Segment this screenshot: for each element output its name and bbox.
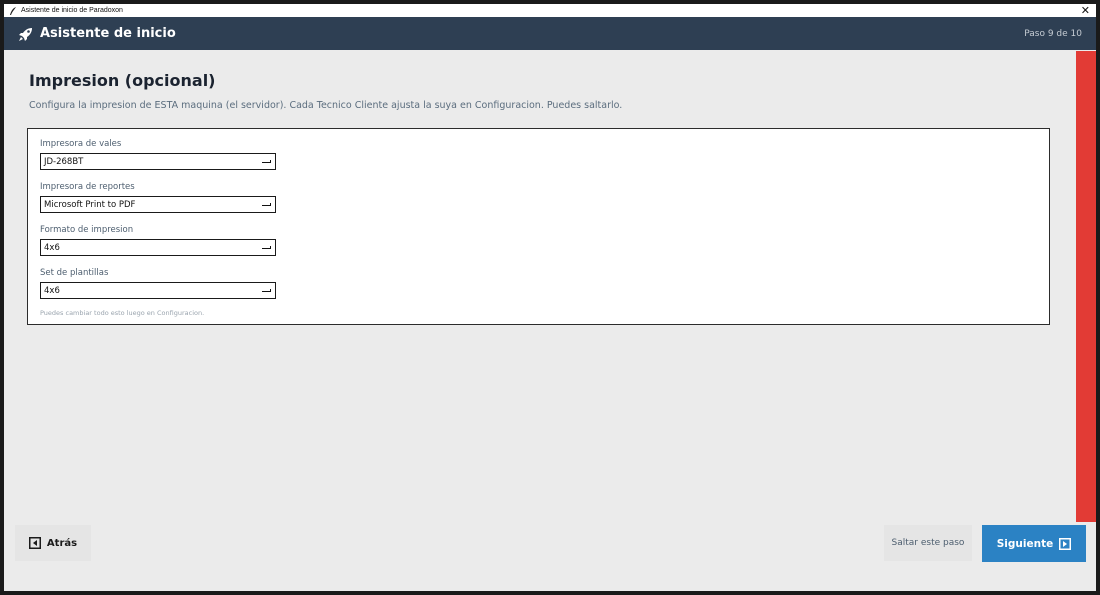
next-button-label: Siguiente	[996, 537, 1054, 550]
dropdown-icon	[262, 246, 271, 249]
print-settings-card: Impresora de vales JD-268BT Impresora de…	[27, 128, 1050, 325]
dropdown-icon	[262, 160, 271, 163]
dropdown-icon	[262, 289, 271, 292]
select-value: 4x6	[44, 242, 60, 253]
next-arrow-icon	[1059, 537, 1072, 550]
page-subtitle: Configura la impresion de ESTA maquina (…	[29, 100, 623, 111]
select-value: Microsoft Print to PDF	[44, 199, 136, 210]
select-impresora-vales[interactable]: JD-268BT	[40, 153, 276, 170]
app-window: Asistente de inicio de Paradoxon ✕ Asist…	[4, 4, 1096, 591]
wizard-header: Asistente de inicio Paso 9 de 10	[4, 17, 1096, 50]
form-hint: Puedes cambiar todo esto luego en Config…	[40, 309, 205, 317]
field-label-vales: Impresora de vales	[40, 139, 122, 149]
next-button[interactable]: Siguiente	[982, 525, 1086, 562]
window-title: Asistente de inicio de Paradoxon	[21, 7, 123, 14]
page-title: Impresion (opcional)	[29, 71, 216, 90]
select-value: 4x6	[44, 285, 60, 296]
page-content: Impresion (opcional) Configura la impres…	[29, 71, 1059, 111]
window-close-icon[interactable]: ✕	[1081, 4, 1090, 17]
step-indicator: Paso 9 de 10	[1024, 28, 1082, 39]
back-arrow-icon	[28, 537, 41, 549]
field-label-plantillas: Set de plantillas	[40, 268, 109, 278]
select-impresora-reportes[interactable]: Microsoft Print to PDF	[40, 196, 276, 213]
feather-icon	[7, 5, 19, 17]
back-button[interactable]: Atrás	[15, 525, 91, 561]
select-set-plantillas[interactable]: 4x6	[40, 282, 276, 299]
select-formato-impresion[interactable]: 4x6	[40, 239, 276, 256]
select-value: JD-268BT	[44, 156, 84, 167]
wizard-title: Asistente de inicio	[40, 26, 176, 41]
field-label-formato: Formato de impresion	[40, 225, 134, 235]
field-label-reportes: Impresora de reportes	[40, 182, 135, 192]
back-button-label: Atrás	[46, 537, 78, 549]
skip-step-button[interactable]: Saltar este paso	[884, 525, 972, 561]
window-titlebar: Asistente de inicio de Paradoxon ✕	[4, 4, 1096, 17]
dropdown-icon	[262, 203, 271, 206]
rocket-icon	[19, 27, 32, 41]
side-accent-bar	[1076, 51, 1096, 522]
